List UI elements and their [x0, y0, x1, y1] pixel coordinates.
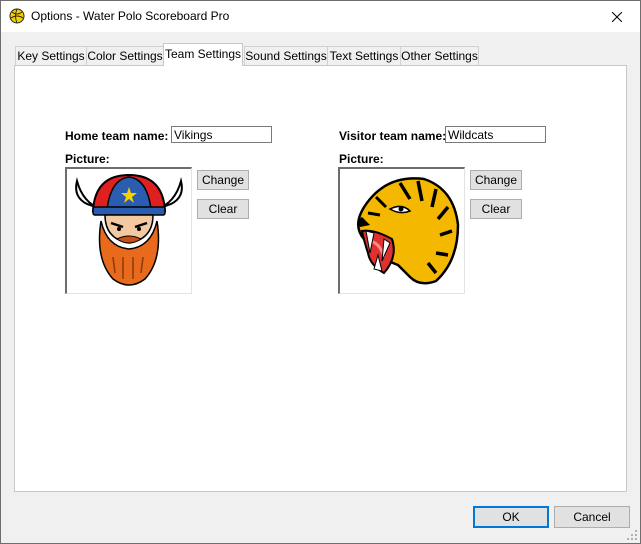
options-window: Options - Water Polo Scoreboard Pro Key …: [0, 0, 641, 544]
viking-mascot-image: [75, 173, 183, 286]
visitor-picture-box: [338, 167, 465, 294]
home-picture-label: Picture:: [65, 152, 110, 166]
home-team-name-label: Home team name:: [65, 129, 169, 143]
tab-other-settings[interactable]: Other Settings: [400, 46, 479, 65]
visitor-change-picture-button[interactable]: Change: [470, 170, 522, 190]
close-icon: [612, 11, 622, 22]
home-team-name-input[interactable]: [171, 126, 272, 143]
resize-grip-icon[interactable]: [626, 529, 638, 541]
visitor-team-name-label: Visitor team name:: [339, 129, 447, 143]
team-settings-panel: Home team name: Picture:: [14, 65, 627, 492]
visitor-picture-label: Picture:: [339, 152, 384, 166]
water-polo-ball-icon: [9, 8, 25, 24]
tab-color-settings[interactable]: Color Settings: [86, 46, 164, 65]
tab-text-settings[interactable]: Text Settings: [327, 46, 401, 65]
tiger-mascot-image: [357, 177, 460, 285]
tab-team-settings[interactable]: Team Settings: [163, 43, 243, 66]
home-clear-picture-button[interactable]: Clear: [197, 199, 249, 219]
tab-sound-settings[interactable]: Sound Settings: [244, 46, 328, 65]
home-picture-box: [65, 167, 192, 294]
cancel-button[interactable]: Cancel: [554, 506, 630, 528]
home-change-picture-button[interactable]: Change: [197, 170, 249, 190]
title-bar[interactable]: Options - Water Polo Scoreboard Pro: [1, 1, 640, 32]
visitor-team-name-input[interactable]: [445, 126, 546, 143]
ok-button[interactable]: OK: [473, 506, 549, 528]
close-button[interactable]: [594, 1, 640, 32]
visitor-clear-picture-button[interactable]: Clear: [470, 199, 522, 219]
tab-key-settings[interactable]: Key Settings: [15, 46, 87, 65]
window-title: Options - Water Polo Scoreboard Pro: [31, 9, 230, 23]
